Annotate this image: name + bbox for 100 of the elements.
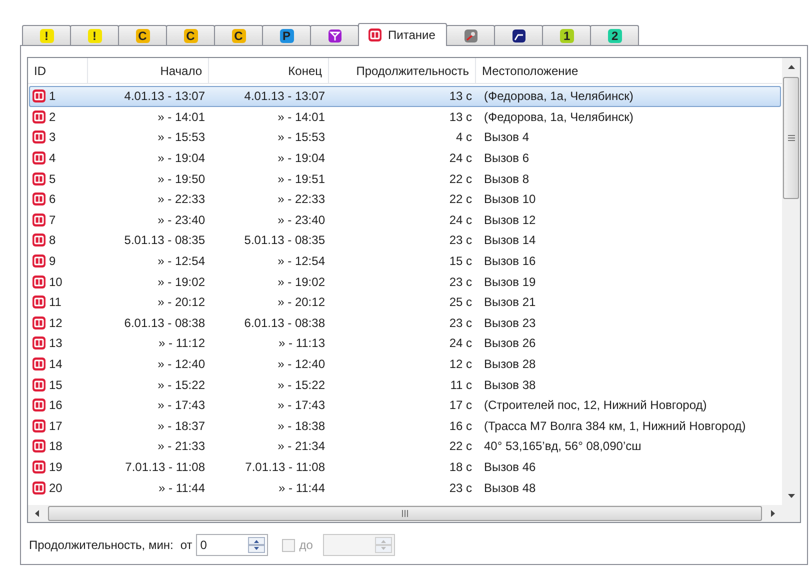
letter-icon: P xyxy=(280,28,294,42)
plug-icon xyxy=(32,398,46,412)
spin-field[interactable] xyxy=(322,534,395,556)
scroll-down-icon[interactable] xyxy=(788,494,794,498)
table-cell-text: Вызов 14 xyxy=(484,232,536,250)
table-row[interactable]: 1 4.01.13 - 13:07 4.01.13 - 13:07 13 с (Федорова, 1а, Челябинск) xyxy=(29,86,781,107)
spin-arrows-icon[interactable] xyxy=(248,537,266,553)
to-label: до xyxy=(299,537,313,554)
table-row[interactable]: 14 » - 12:40 » - 12:40 12 с Вызов 28 xyxy=(29,354,781,374)
table-row[interactable]: 16 » - 17:43 » - 17:43 17 с (Строителей пос, 12, Нижний Новгород) xyxy=(29,394,781,416)
tab[interactable]: P xyxy=(262,25,311,45)
table-cell-text: 24 с xyxy=(449,212,472,229)
table-cell-text: » - 15:53 xyxy=(158,129,205,146)
table-cell-text: 17 с xyxy=(449,397,472,414)
plug-icon xyxy=(32,357,46,372)
table-cell-text: » - 12:54 xyxy=(278,253,325,270)
table-cell-text: » - 12:40 xyxy=(158,356,205,374)
table-row[interactable]: 13 » - 11:12 » - 11:13 24 с Вызов 26 xyxy=(29,333,781,354)
table-row[interactable]: 6 » - 22:33 » - 22:33 22 с Вызов 10 xyxy=(29,188,781,210)
table-cell-text: 22 с xyxy=(449,438,472,456)
table-row[interactable]: 19 7.01.13 - 11:08 7.01.13 - 11:08 18 с Вызов 46 xyxy=(29,456,781,478)
letter-icon: C xyxy=(232,28,246,42)
plug-icon xyxy=(32,439,46,454)
tab[interactable]: ! xyxy=(22,25,71,45)
table-cell-text: 19 xyxy=(49,458,62,476)
table-cell-text: 4.01.13 - 13:07 xyxy=(124,88,205,106)
plug-icon xyxy=(32,172,46,186)
letter-icon: ! xyxy=(88,28,102,42)
table-cell-text: » - 19:50 xyxy=(158,170,205,188)
horizontal-scrollbar[interactable] xyxy=(28,505,800,522)
plug-icon xyxy=(32,151,46,166)
table-cell-text: 23 с xyxy=(449,232,472,250)
table-row[interactable]: 20 » - 11:44 » - 11:44 23 с Вызов 48 xyxy=(29,477,781,498)
column-header[interactable]: Продолжительность xyxy=(329,58,476,83)
table-cell-text: » - 11:13 xyxy=(278,335,325,352)
scroll-right-icon[interactable] xyxy=(771,510,775,517)
scroll-left-icon[interactable] xyxy=(35,510,39,517)
scroll-thumb[interactable] xyxy=(783,77,799,199)
tab[interactable]: ! xyxy=(70,25,119,45)
letter-icon: C xyxy=(136,28,150,42)
table-cell-text: 20 xyxy=(49,480,62,497)
table-cell-text: 11 с xyxy=(450,376,472,394)
grip-icon xyxy=(788,135,794,141)
table-cell-text: 22 с xyxy=(449,191,472,208)
table-cell-text: » - 19:04 xyxy=(278,150,325,168)
table-cell-text: » - 19:51 xyxy=(278,170,325,188)
table-row[interactable]: 18 » - 21:33 » - 21:34 22 с 40° 53,165’вд, 56° 08,090’сш xyxy=(29,436,781,457)
table-row[interactable]: 2 » - 14:01 » - 14:01 13 с (Федорова, 1а, Челябинск) xyxy=(29,106,781,128)
table-row[interactable]: 4 » - 19:04 » - 19:04 24 с Вызов 6 xyxy=(29,148,781,168)
table-cell-text: » - 15:22 xyxy=(158,376,205,394)
column-header[interactable]: Конец xyxy=(209,58,329,83)
table-cell-text: 25 с xyxy=(449,294,472,312)
table-cell-text: 12 xyxy=(49,314,62,332)
table-cell-text: 12 с xyxy=(449,356,472,374)
plug-icon xyxy=(32,212,46,227)
table-cell-text: » - 14:01 xyxy=(278,108,325,126)
table-cell-text: Вызов 6 xyxy=(484,150,530,168)
tab[interactable]: C xyxy=(166,25,215,45)
scroll-up-icon[interactable] xyxy=(788,65,794,69)
table-cell-text: Вызов 12 xyxy=(484,212,536,229)
table-cell-text: » - 17:43 xyxy=(158,397,205,414)
table-row[interactable]: 5 » - 19:50 » - 19:51 22 с Вызов 8 xyxy=(29,168,781,189)
table-row[interactable]: 10 » - 19:02 » - 19:02 23 с Вызов 19 xyxy=(29,271,781,292)
vertical-scrollbar[interactable] xyxy=(782,58,800,505)
table-row[interactable]: 7 » - 23:40 » - 23:40 24 с Вызов 12 xyxy=(29,210,781,230)
spin-field[interactable]: 0 xyxy=(196,534,268,556)
table-cell-text: 13 xyxy=(49,335,62,352)
table-cell-text: Вызов 48 xyxy=(484,480,536,497)
tab[interactable] xyxy=(494,25,544,45)
tab[interactable]: C xyxy=(214,25,263,45)
table-cell-text: 3 xyxy=(49,129,56,146)
table-row[interactable]: 15 » - 15:22 » - 15:22 11 с Вызов 38 xyxy=(29,374,781,395)
plug-icon xyxy=(32,192,46,206)
plug-icon xyxy=(32,480,46,495)
column-header[interactable]: Местоположение xyxy=(476,58,782,83)
table-row[interactable]: 11 » - 20:12 » - 20:12 25 с Вызов 21 xyxy=(29,292,781,313)
table-cell-text: » - 18:38 xyxy=(278,418,325,435)
tab[interactable]: C xyxy=(118,25,167,45)
table-cell-text: 15 с xyxy=(449,253,472,270)
table-cell-text: 4 xyxy=(49,150,56,168)
plug-icon xyxy=(32,295,46,310)
table-cell-text: 11 xyxy=(49,294,62,312)
table-row[interactable]: 17 » - 18:37 » - 18:38 16 с (Трасса М7 Волга 384 км, 1, Нижний Новгород) xyxy=(29,416,781,436)
table-row[interactable]: 3 » - 15:53 » - 15:53 4 с Вызов 4 xyxy=(29,127,781,148)
table-cell-text: » - 15:22 xyxy=(278,376,325,394)
tab[interactable]: 2 xyxy=(590,25,640,45)
table-row[interactable]: 12 6.01.13 - 08:38 6.01.13 - 08:38 23 с Вызов 23 xyxy=(29,312,781,334)
table-cell-text: » - 11:44 xyxy=(158,480,205,497)
table-row[interactable]: 8 5.01.13 - 08:35 5.01.13 - 08:35 23 с Вызов 14 xyxy=(29,230,781,251)
plug-icon xyxy=(32,316,46,330)
column-header[interactable]: Начало xyxy=(88,58,209,83)
table-cell-text: » - 19:04 xyxy=(158,150,205,168)
tab[interactable] xyxy=(310,25,359,45)
column-header[interactable]: ID xyxy=(28,58,88,83)
table-cell-text: » - 12:54 xyxy=(158,253,205,270)
tab[interactable]: Питание xyxy=(358,23,448,46)
table-row[interactable]: 9 » - 12:54 » - 12:54 15 с Вызов 16 xyxy=(29,250,781,272)
scroll-thumb[interactable] xyxy=(48,506,762,521)
table-cell-text: 4.01.13 - 13:07 xyxy=(244,88,325,106)
tab[interactable]: 1 xyxy=(542,25,592,45)
